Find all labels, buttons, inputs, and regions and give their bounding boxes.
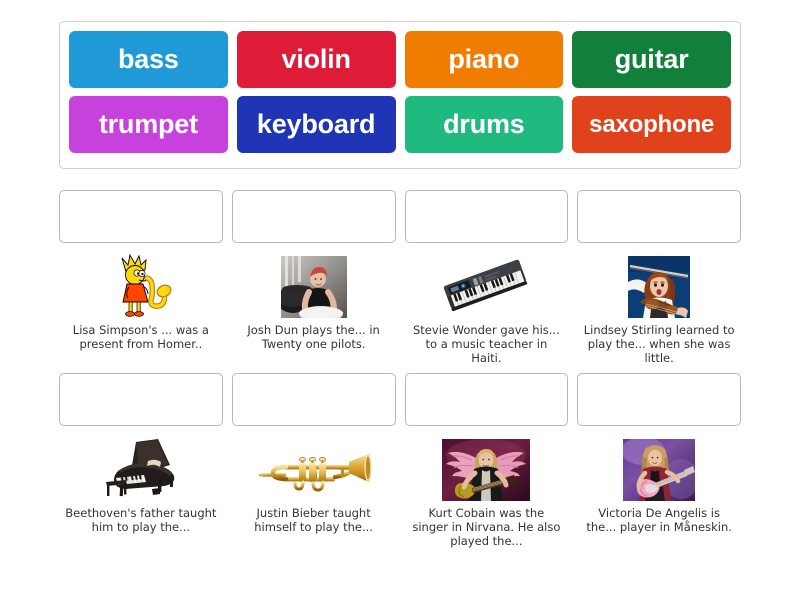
word-tile-bass[interactable]: bass: [69, 31, 228, 88]
trumpet-image: [255, 435, 373, 501]
question-caption-2: Josh Dun plays the... in Twenty one pilo…: [247, 323, 380, 351]
question-caption-6: Justin Bieber taught himself to play the…: [254, 506, 373, 534]
grand-piano-image: [100, 435, 182, 501]
drop-zone-8[interactable]: [577, 373, 741, 426]
word-tile-saxophone[interactable]: saxophone: [572, 96, 731, 153]
word-tile-guitar[interactable]: guitar: [572, 31, 731, 88]
word-bank-panel: bass violin piano guitar trumpet keyboar…: [59, 21, 741, 169]
word-tile-drums[interactable]: drums: [404, 96, 564, 153]
word-tile-piano[interactable]: piano: [404, 31, 564, 88]
question-caption-8: Victoria De Angelis is the... player in …: [586, 506, 732, 534]
word-bank-row-2: trumpet keyboard drums saxophone: [69, 96, 731, 153]
electronic-keyboard-image: [440, 252, 532, 318]
drop-zone-2[interactable]: [231, 190, 396, 243]
question-cell-2: Josh Dun plays the... in Twenty one pilo…: [231, 190, 396, 365]
drop-zone-5[interactable]: [59, 373, 223, 426]
question-cell-1: Lisa Simpson's ... was a present from Ho…: [59, 190, 223, 365]
word-tile-keyboard[interactable]: keyboard: [236, 96, 396, 153]
question-cell-6: Justin Bieber taught himself to play the…: [231, 373, 396, 548]
question-caption-7: Kurt Cobain was the singer in Nirvana. H…: [412, 506, 561, 548]
drop-zone-6[interactable]: [231, 373, 396, 426]
question-caption-3: Stevie Wonder gave his... to a music tea…: [413, 323, 560, 365]
drop-zone-3[interactable]: [404, 190, 569, 243]
question-cell-3: Stevie Wonder gave his... to a music tea…: [404, 190, 569, 365]
drop-zone-4[interactable]: [577, 190, 741, 243]
question-cell-8: Victoria De Angelis is the... player in …: [577, 373, 741, 548]
question-cell-5: Beethoven's father taught him to play th…: [59, 373, 223, 548]
josh-dun-drums-photo: [280, 252, 347, 318]
question-caption-4: Lindsey Stirling learned to play the... …: [583, 323, 735, 365]
lisa-simpson-saxophone-image: [106, 252, 176, 318]
drop-zone-1[interactable]: [59, 190, 223, 243]
kurt-cobain-guitar-photo: [442, 435, 531, 501]
question-caption-1: Lisa Simpson's ... was a present from Ho…: [72, 323, 209, 351]
drop-zone-7[interactable]: [404, 373, 569, 426]
word-bank-row-1: bass violin piano guitar: [69, 31, 731, 88]
match-up-activity: bass violin piano guitar trumpet keyboar…: [0, 0, 800, 600]
question-caption-5: Beethoven's father taught him to play th…: [65, 506, 217, 534]
question-row-2: Beethoven's father taught him to play th…: [59, 373, 741, 548]
word-tile-violin[interactable]: violin: [236, 31, 396, 88]
victoria-de-angelis-bass-photo: [623, 435, 696, 501]
question-row-1: Lisa Simpson's ... was a present from Ho…: [59, 190, 741, 365]
word-tile-trumpet[interactable]: trumpet: [69, 96, 228, 153]
lindsey-stirling-violin-photo: [628, 252, 691, 318]
question-cell-4: Lindsey Stirling learned to play the... …: [577, 190, 741, 365]
question-cell-7: Kurt Cobain was the singer in Nirvana. H…: [404, 373, 569, 548]
question-grid: Lisa Simpson's ... was a present from Ho…: [59, 190, 741, 556]
